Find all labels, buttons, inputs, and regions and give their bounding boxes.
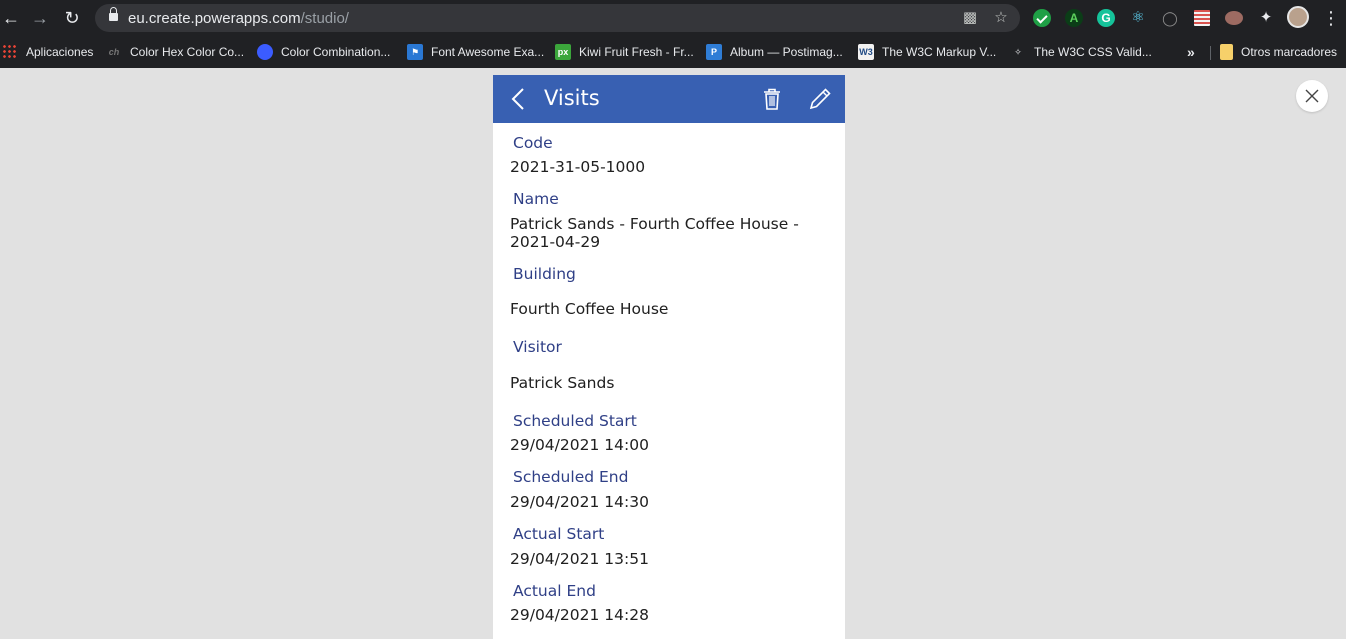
- field-value-visitor: Patrick Sands: [510, 374, 615, 392]
- flag-icon: ⚑: [407, 44, 423, 60]
- back-arrow-icon[interactable]: ←: [0, 7, 22, 29]
- trash-icon[interactable]: [761, 87, 783, 111]
- bookmark-colorcombination[interactable]: Color Combination...: [257, 42, 390, 62]
- address-bar[interactable]: eu.create.powerapps.com/studio/ ▩ ☆: [95, 4, 1020, 32]
- extension-brown-icon[interactable]: [1225, 11, 1243, 25]
- bookmark-label: Album — Postimag...: [730, 45, 843, 59]
- url-text: eu.create.powerapps.com/studio/: [128, 10, 349, 27]
- postimage-icon: P: [706, 44, 722, 60]
- field-label-actual-start: Actual Start: [513, 525, 605, 543]
- field-value-building: Fourth Coffee House: [510, 300, 669, 318]
- field-label-scheduled-end: Scheduled End: [513, 468, 629, 486]
- colorhex-icon: ch: [108, 47, 120, 57]
- extension-stripes-icon[interactable]: [1194, 10, 1210, 26]
- star-icon[interactable]: ☆: [992, 9, 1010, 27]
- field-label-actual-end: Actual End: [513, 582, 596, 600]
- bookmark-label: The W3C Markup V...: [882, 45, 997, 59]
- bookmark-postimage[interactable]: P Album — Postimag...: [706, 42, 843, 62]
- field-label-name: Name: [513, 190, 559, 208]
- bookmark-fontawesome[interactable]: ⚑ Font Awesome Exa...: [407, 42, 544, 62]
- bookmark-apps[interactable]: Aplicaciones: [2, 42, 93, 62]
- pencil-edit-icon[interactable]: [808, 87, 832, 111]
- bookmarks-divider: [1210, 46, 1211, 60]
- browser-menu-icon[interactable]: ⋮: [1322, 7, 1340, 29]
- field-value-actual-end: 29/04/2021 14:28: [510, 606, 649, 624]
- colorcombination-icon: [257, 44, 273, 60]
- field-label-code: Code: [513, 134, 553, 152]
- extension-check-icon[interactable]: [1033, 9, 1051, 27]
- bookmark-label: Otros marcadores: [1241, 45, 1338, 59]
- bookmark-w3c-markup[interactable]: W3 The W3C Markup V...: [858, 42, 996, 62]
- field-value-name: Patrick Sands - Fourth Coffee House - 20…: [510, 215, 799, 251]
- forward-arrow-icon[interactable]: →: [29, 7, 51, 29]
- extension-clock-icon[interactable]: ◯: [1161, 9, 1179, 27]
- bookmark-label: The W3C CSS Valid...: [1034, 45, 1152, 59]
- css-validator-icon: ✧: [1014, 47, 1022, 57]
- back-chevron-icon[interactable]: [507, 87, 529, 111]
- grammarly-icon[interactable]: G: [1097, 9, 1115, 27]
- profile-avatar[interactable]: [1287, 6, 1309, 28]
- field-value-code: 2021-31-05-1000: [510, 158, 646, 176]
- extension-a-icon[interactable]: A: [1065, 9, 1083, 27]
- apps-grid-icon: [2, 44, 18, 60]
- app-screen: Visits Code 2021-31-05-1000 Name Patrick…: [493, 75, 845, 639]
- bookmark-label: Aplicaciones: [26, 45, 94, 59]
- pixabay-icon: px: [555, 44, 571, 60]
- field-label-visitor: Visitor: [513, 338, 562, 356]
- field-label-scheduled-start: Scheduled Start: [513, 412, 637, 430]
- bookmark-label: Kiwi Fruit Fresh - Fr...: [579, 45, 694, 59]
- close-preview-button[interactable]: [1296, 80, 1328, 112]
- close-icon: [1305, 89, 1319, 103]
- field-value-scheduled-start: 29/04/2021 14:00: [510, 436, 649, 454]
- bookmark-label: Color Hex Color Co...: [130, 45, 245, 59]
- extensions-puzzle-icon[interactable]: ✦: [1257, 9, 1275, 27]
- reload-icon[interactable]: ↻: [61, 7, 83, 29]
- bookmark-other-folder[interactable]: Otros marcadores: [1220, 42, 1337, 62]
- bookmark-colorhex[interactable]: ch Color Hex Color Co...: [106, 42, 244, 62]
- translate-icon[interactable]: ▩: [961, 9, 979, 27]
- react-devtools-icon[interactable]: ⚛: [1129, 9, 1147, 27]
- w3c-icon: W3: [858, 44, 874, 60]
- app-header: Visits: [493, 75, 845, 123]
- folder-icon: [1220, 44, 1233, 60]
- field-value-scheduled-end: 29/04/2021 14:30: [510, 493, 649, 511]
- field-label-building: Building: [513, 265, 576, 283]
- bookmarks-bar: Aplicaciones ch Color Hex Color Co... Co…: [0, 36, 1346, 68]
- field-value-actual-start: 29/04/2021 13:51: [510, 550, 649, 568]
- bookmark-w3c-css[interactable]: ✧ The W3C CSS Valid...: [1010, 42, 1152, 62]
- page-title: Visits: [544, 86, 600, 110]
- chevron-double-right-icon[interactable]: »: [1187, 44, 1195, 60]
- bookmark-label: Color Combination...: [281, 45, 391, 59]
- bookmark-kiwi[interactable]: px Kiwi Fruit Fresh - Fr...: [555, 42, 694, 62]
- browser-toolbar: ← → ↻ eu.create.powerapps.com/studio/ ▩ …: [0, 0, 1346, 36]
- lock-icon: [109, 7, 118, 23]
- bookmark-label: Font Awesome Exa...: [431, 45, 545, 59]
